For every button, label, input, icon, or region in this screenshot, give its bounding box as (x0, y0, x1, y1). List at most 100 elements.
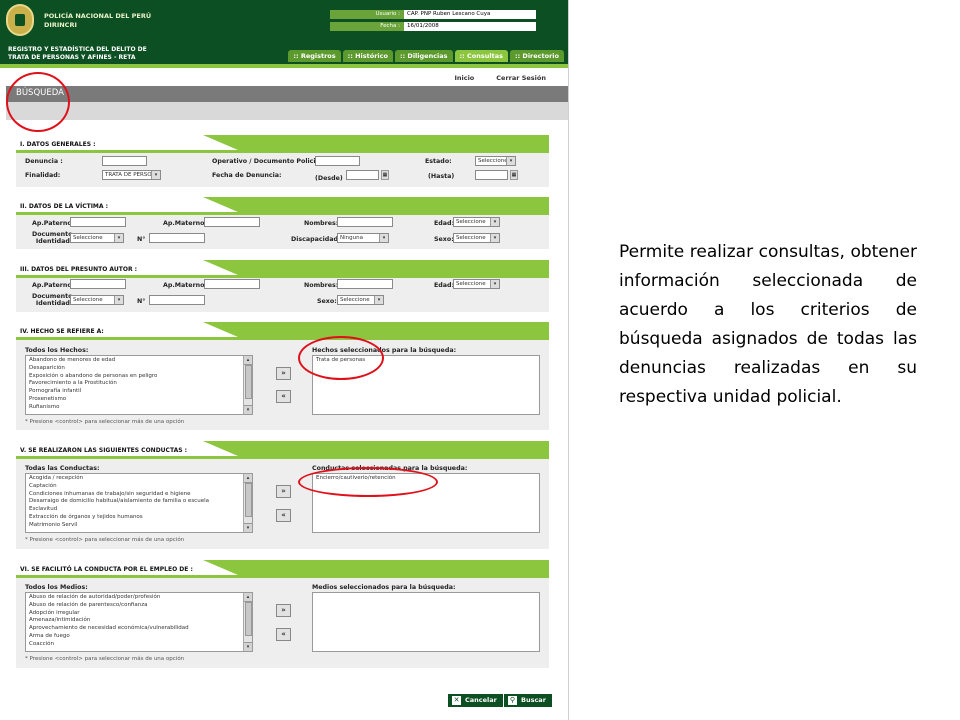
add-medio-button[interactable]: » (276, 604, 291, 617)
estado-select[interactable]: Seleccione ▾ (475, 156, 516, 166)
scrollbar[interactable]: ▴ ▾ (243, 474, 252, 532)
all-hechos-list[interactable]: Abandono de menores de edad Desaparición… (25, 355, 253, 415)
author-edad-value: Seleccione (456, 281, 486, 287)
author-nombres-input[interactable] (337, 279, 393, 289)
list-item[interactable]: Arma de fuego (29, 633, 249, 641)
search-button[interactable]: ⚲ Buscar (504, 694, 552, 707)
author-doc-value: Seleccione (73, 297, 103, 303)
all-medios-list[interactable]: Abuso de relación de autoridad/poder/pro… (25, 592, 253, 652)
list-item[interactable]: Condiciones inhumanas de trabajo/sin seg… (29, 491, 249, 499)
list-item[interactable]: Pornografía infantil (29, 388, 249, 396)
list-item[interactable]: Desaparición (29, 365, 249, 373)
doc-label-line1: Documento (32, 293, 73, 300)
desde-date-input[interactable] (346, 170, 379, 180)
scroll-up-icon[interactable]: ▴ (244, 593, 252, 602)
add-hecho-button[interactable]: » (276, 367, 291, 380)
tab-consultas[interactable]: :: Consultas (454, 50, 508, 62)
author-numero-input[interactable] (149, 295, 205, 305)
date-value: 16/01/2008 (404, 22, 536, 31)
hasta-date-input[interactable] (475, 170, 508, 180)
scroll-thumb[interactable] (245, 602, 252, 636)
victim-edad-select[interactable]: Seleccione ▾ (453, 217, 500, 227)
victim-nombres-input[interactable] (337, 217, 393, 227)
list-item[interactable]: Extracción de órganos y tejidos humanos (29, 514, 249, 522)
victim-discapacidad-select[interactable]: Ninguna ▾ (337, 233, 389, 243)
hasta-label: (Hasta) (428, 173, 455, 180)
cancel-button[interactable]: ✕ Cancelar (448, 694, 503, 707)
scrollbar[interactable]: ▴ ▾ (243, 593, 252, 651)
tab-directorio[interactable]: :: Directorio (509, 50, 564, 62)
list-item[interactable]: Coacción (29, 641, 249, 649)
remove-conducta-button[interactable]: « (276, 509, 291, 522)
author-sexo-select[interactable]: Seleccione ▾ (337, 295, 384, 305)
scroll-thumb[interactable] (245, 365, 252, 399)
author-apmaterno-input[interactable] (204, 279, 260, 289)
list-item[interactable]: Esclavitud (29, 506, 249, 514)
section6-title: VI. SE FACILITÓ LA CONDUCTA POR EL EMPLE… (20, 566, 193, 573)
list-item[interactable]: Abandono de menores de edad (29, 357, 249, 365)
scroll-down-icon[interactable]: ▾ (244, 642, 252, 651)
author-doc-select[interactable]: Seleccione ▾ (70, 295, 124, 305)
remove-medio-button[interactable]: « (276, 628, 291, 641)
close-icon: ✕ (452, 696, 461, 705)
all-conductas-list[interactable]: Acogida / recepción Captación Condicione… (25, 473, 253, 533)
list-item[interactable]: Aprovechamiento de necesidad económica/v… (29, 625, 249, 633)
add-conducta-button[interactable]: » (276, 485, 291, 498)
victim-sexo-select[interactable]: Seleccione ▾ (453, 233, 500, 243)
victim-apmaterno-input[interactable] (204, 217, 260, 227)
remove-hecho-button[interactable]: « (276, 390, 291, 403)
list-item[interactable]: Rufianismo (29, 404, 249, 412)
author-apmaterno-label: Ap.Materno: (163, 282, 208, 289)
victim-sexo-value: Seleccione (456, 235, 486, 241)
victim-edad-label: Edad: (434, 220, 455, 227)
list-item[interactable]: Captación (29, 483, 249, 491)
chevron-down-icon: ▾ (374, 296, 383, 304)
author-appaterno-input[interactable] (70, 279, 126, 289)
top-links: Inicio Cerrar Sesión (454, 74, 546, 82)
list-item[interactable]: Desarraigo de domicilio habitual/aislami… (29, 498, 249, 506)
all-conductas-label: Todas las Conductas: (25, 465, 100, 472)
date-label: Fecha : (330, 22, 404, 31)
nav-underline (0, 64, 568, 68)
cerrar-sesion-link[interactable]: Cerrar Sesión (496, 74, 546, 82)
scroll-down-icon[interactable]: ▾ (244, 523, 252, 532)
tab-historico[interactable]: :: Histórico (342, 50, 393, 62)
victim-numero-input[interactable] (149, 233, 205, 243)
scroll-up-icon[interactable]: ▴ (244, 474, 252, 483)
victim-numero-label: N° (137, 236, 146, 243)
user-label: Usuario : (330, 10, 404, 19)
author-appaterno-label: Ap.Paterno: (32, 282, 75, 289)
list-item[interactable]: Abuso de relación de parentesco/confianz… (29, 602, 249, 610)
section-hechos: IV. HECHO SE REFIERE A: Todos los Hechos… (16, 322, 549, 430)
victim-appaterno-input[interactable] (70, 217, 126, 227)
finalidad-select[interactable]: TRATA DE PERSO ▾ (102, 170, 161, 180)
inicio-link[interactable]: Inicio (454, 74, 474, 82)
calendar-icon[interactable]: ▦ (510, 170, 518, 180)
fecha-label: Fecha de Denuncia: (212, 172, 282, 179)
doc-label-line1: Documento (32, 231, 73, 238)
scroll-down-icon[interactable]: ▾ (244, 405, 252, 414)
calendar-icon[interactable]: ▦ (381, 170, 389, 180)
selected-medios-label: Medios seleccionados para la búsqueda: (312, 584, 456, 591)
scroll-thumb[interactable] (245, 483, 252, 517)
list-item[interactable]: Matrimonio Servil (29, 522, 249, 530)
module-title: REGISTRO Y ESTADÍSTICA DEL DELITO DE TRA… (8, 46, 147, 62)
selected-medios-list[interactable] (312, 592, 540, 652)
scroll-up-icon[interactable]: ▴ (244, 356, 252, 365)
operativo-input[interactable] (315, 156, 360, 166)
denuncia-input[interactable] (102, 156, 147, 166)
section-datos-victima: II. DATOS DE LA VÍCTIMA : Ap.Paterno: Ap… (16, 197, 549, 249)
victim-doc-select[interactable]: Seleccione ▾ (70, 233, 124, 243)
module-title-line1: REGISTRO Y ESTADÍSTICA DEL DELITO DE (8, 46, 147, 53)
list-item[interactable]: Proxenetismo (29, 396, 249, 404)
tab-registros[interactable]: :: Registros (288, 50, 341, 62)
chevron-down-icon: ▾ (379, 234, 388, 242)
author-sexo-value: Seleccione (340, 297, 370, 303)
list-item[interactable]: Abuso de relación de autoridad/poder/pro… (29, 594, 249, 602)
author-edad-select[interactable]: Seleccione ▾ (453, 279, 500, 289)
hechos-note: * Presione <control> para seleccionar má… (25, 419, 185, 425)
author-edad-label: Edad: (434, 282, 455, 289)
tab-diligencias[interactable]: :: Diligencias (394, 50, 453, 62)
scrollbar[interactable]: ▴ ▾ (243, 356, 252, 414)
list-item[interactable]: Acogida / recepción (29, 475, 249, 483)
